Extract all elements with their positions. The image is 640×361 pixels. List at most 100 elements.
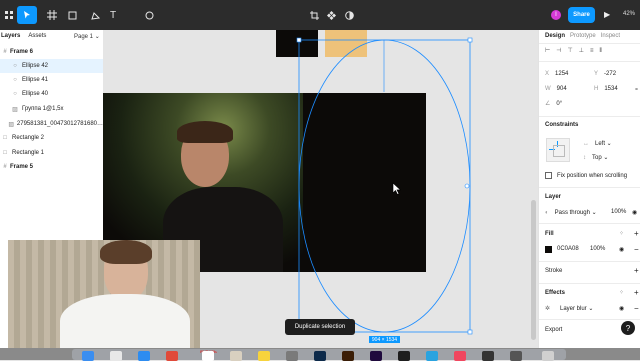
divider bbox=[539, 61, 640, 62]
macos-dock: ЯНВАРЬ bbox=[72, 349, 566, 361]
add-fill-icon[interactable]: + bbox=[634, 229, 639, 238]
image-icon: ▨ bbox=[12, 106, 18, 113]
layer-opacity[interactable]: 100% bbox=[611, 209, 626, 215]
fill-opacity[interactable]: 100% bbox=[590, 246, 605, 252]
layer-ellipse-41[interactable]: ○ Ellipse 41 bbox=[0, 73, 103, 87]
page-selector[interactable]: Page 1 ⌄ bbox=[74, 33, 100, 40]
crop-tool-icon[interactable] bbox=[308, 6, 320, 24]
design-panel-tabs: Design Prototype Inspect bbox=[545, 33, 625, 39]
effect-type-select[interactable]: Layer blur ⌄ bbox=[560, 305, 593, 312]
layer-rectangle-2[interactable]: □ Rectangle 2 bbox=[0, 131, 103, 145]
width-field[interactable]: W 904 bbox=[545, 86, 567, 92]
resize-handle-br bbox=[467, 329, 473, 335]
design-panel: Design Prototype Inspect ⊢⊣⊤⊥≡⫴ X 1254 Y-… bbox=[538, 30, 640, 348]
layer-title: Layer bbox=[545, 194, 562, 200]
present-play-icon[interactable]: ▶ bbox=[604, 10, 610, 19]
remove-effect-icon[interactable]: − bbox=[634, 304, 639, 313]
export-title: Export bbox=[545, 327, 563, 333]
constraint-inner-box bbox=[553, 145, 565, 157]
resize-handle-right bbox=[464, 183, 470, 189]
divider bbox=[539, 116, 640, 117]
frame-icon: # bbox=[3, 164, 7, 170]
rectangle-icon: □ bbox=[3, 135, 7, 141]
layer-ellipse-40[interactable]: ○ Ellipse 40 bbox=[0, 87, 103, 101]
divider bbox=[539, 187, 640, 188]
constraint-vertical[interactable]: ↕ Top ⌄ bbox=[583, 154, 608, 161]
move-tool-icon[interactable] bbox=[17, 6, 37, 24]
user-avatar[interactable]: I bbox=[551, 10, 561, 20]
text-tool-icon[interactable]: T bbox=[106, 6, 120, 24]
layer-image-photo[interactable]: ▨ 279581381_00473012781680… bbox=[0, 117, 103, 131]
divider bbox=[539, 261, 640, 262]
figma-menu-icon[interactable] bbox=[2, 6, 16, 24]
distribute-icon[interactable]: ⫴ bbox=[599, 48, 608, 54]
x-field[interactable]: X 1254 bbox=[545, 71, 568, 77]
component-tool-icon[interactable] bbox=[325, 6, 337, 24]
y-field[interactable]: Y -272 bbox=[594, 71, 616, 77]
align-tools: ⊢⊣⊤⊥≡⫴ bbox=[545, 47, 608, 55]
effects-title: Effects bbox=[545, 290, 566, 296]
rotation-field[interactable]: ∠ 0° bbox=[545, 100, 562, 107]
tab-assets[interactable]: Assets bbox=[28, 33, 46, 39]
divider bbox=[539, 283, 640, 284]
comment-tool-icon[interactable] bbox=[142, 6, 156, 24]
frame-tool-icon[interactable] bbox=[44, 6, 60, 24]
tab-layers[interactable]: Layers bbox=[1, 33, 20, 39]
constraint-horizontal[interactable]: ↔ Left ⌄ bbox=[583, 140, 612, 147]
tab-prototype[interactable]: Prototype bbox=[570, 33, 596, 39]
stroke-title: Stroke bbox=[545, 268, 563, 274]
webcam-overlay bbox=[8, 240, 200, 348]
contrast-tool-icon[interactable] bbox=[343, 6, 355, 24]
help-button[interactable]: ? bbox=[621, 321, 635, 335]
tab-design[interactable]: Design bbox=[545, 33, 565, 39]
fill-styles-icon[interactable]: ⁘ bbox=[619, 230, 624, 237]
fill-title: Fill bbox=[545, 231, 554, 237]
align-left-icon[interactable]: ⊢ bbox=[545, 48, 556, 54]
share-button[interactable]: Share bbox=[568, 7, 595, 23]
layer-frame-5[interactable]: # Frame 5 bbox=[0, 160, 103, 174]
lock-ratio-icon[interactable]: ⚭ bbox=[634, 86, 639, 93]
ellipse-42-outline bbox=[298, 39, 471, 333]
webcam-person-shirt bbox=[60, 294, 190, 348]
effect-visibility-eye-icon[interactable]: ◉ bbox=[619, 305, 624, 312]
divider bbox=[539, 223, 640, 224]
resize-handle-tr bbox=[467, 37, 473, 43]
duplicate-tooltip: Duplicate selection bbox=[285, 319, 355, 335]
layer-image-group[interactable]: ▨ Группа 1@1,5x bbox=[0, 102, 103, 116]
tab-inspect[interactable]: Inspect bbox=[601, 33, 620, 39]
remove-fill-icon[interactable]: − bbox=[634, 245, 639, 254]
blend-mode-select[interactable]: ◐ Pass through ⌄ bbox=[545, 209, 597, 216]
fix-position-checkbox[interactable]: Fix position when scrolling bbox=[545, 172, 627, 179]
divider bbox=[539, 43, 640, 44]
fill-hex-value[interactable]: 0C0A08 bbox=[557, 246, 579, 252]
ellipse-icon: ○ bbox=[13, 77, 17, 83]
fill-visibility-eye-icon[interactable]: ◉ bbox=[619, 246, 624, 253]
layer-rectangle-1[interactable]: □ Rectangle 1 bbox=[0, 146, 103, 160]
scrollbar-thumb[interactable] bbox=[531, 200, 536, 340]
pen-tool-icon[interactable] bbox=[86, 6, 104, 24]
image-icon: ▨ bbox=[8, 121, 15, 128]
layer-frame-6[interactable]: # Frame 6 bbox=[0, 45, 103, 59]
constraints-widget[interactable] bbox=[546, 138, 570, 162]
fill-color-swatch[interactable] bbox=[545, 246, 552, 253]
frame-icon: # bbox=[3, 49, 7, 55]
webcam-person-hair bbox=[100, 240, 152, 264]
zoom-level[interactable]: 42% bbox=[623, 11, 635, 17]
align-right-icon[interactable]: ⊤ bbox=[567, 48, 578, 54]
mouse-cursor-icon bbox=[392, 182, 402, 195]
height-field[interactable]: H 1534 bbox=[594, 86, 618, 92]
effect-settings-icon[interactable]: ✲ bbox=[545, 305, 550, 312]
rectangle-icon: □ bbox=[3, 150, 7, 156]
effect-styles-icon[interactable]: ⁘ bbox=[619, 289, 624, 296]
shape-tool-icon[interactable] bbox=[63, 6, 81, 24]
resize-handle-tl bbox=[296, 37, 302, 43]
add-effect-icon[interactable]: + bbox=[634, 288, 639, 297]
ellipse-icon: ○ bbox=[13, 91, 17, 97]
layer-ellipse-42[interactable]: ○ Ellipse 42 bbox=[0, 59, 103, 73]
align-top-icon[interactable]: ⊥ bbox=[579, 48, 590, 54]
add-stroke-icon[interactable]: + bbox=[634, 266, 639, 275]
visibility-eye-icon[interactable]: ◉ bbox=[632, 209, 637, 216]
align-center-icon[interactable]: ⊣ bbox=[556, 48, 567, 54]
canvas-scrollbar[interactable] bbox=[529, 30, 538, 348]
ellipse-icon: ○ bbox=[13, 63, 17, 69]
